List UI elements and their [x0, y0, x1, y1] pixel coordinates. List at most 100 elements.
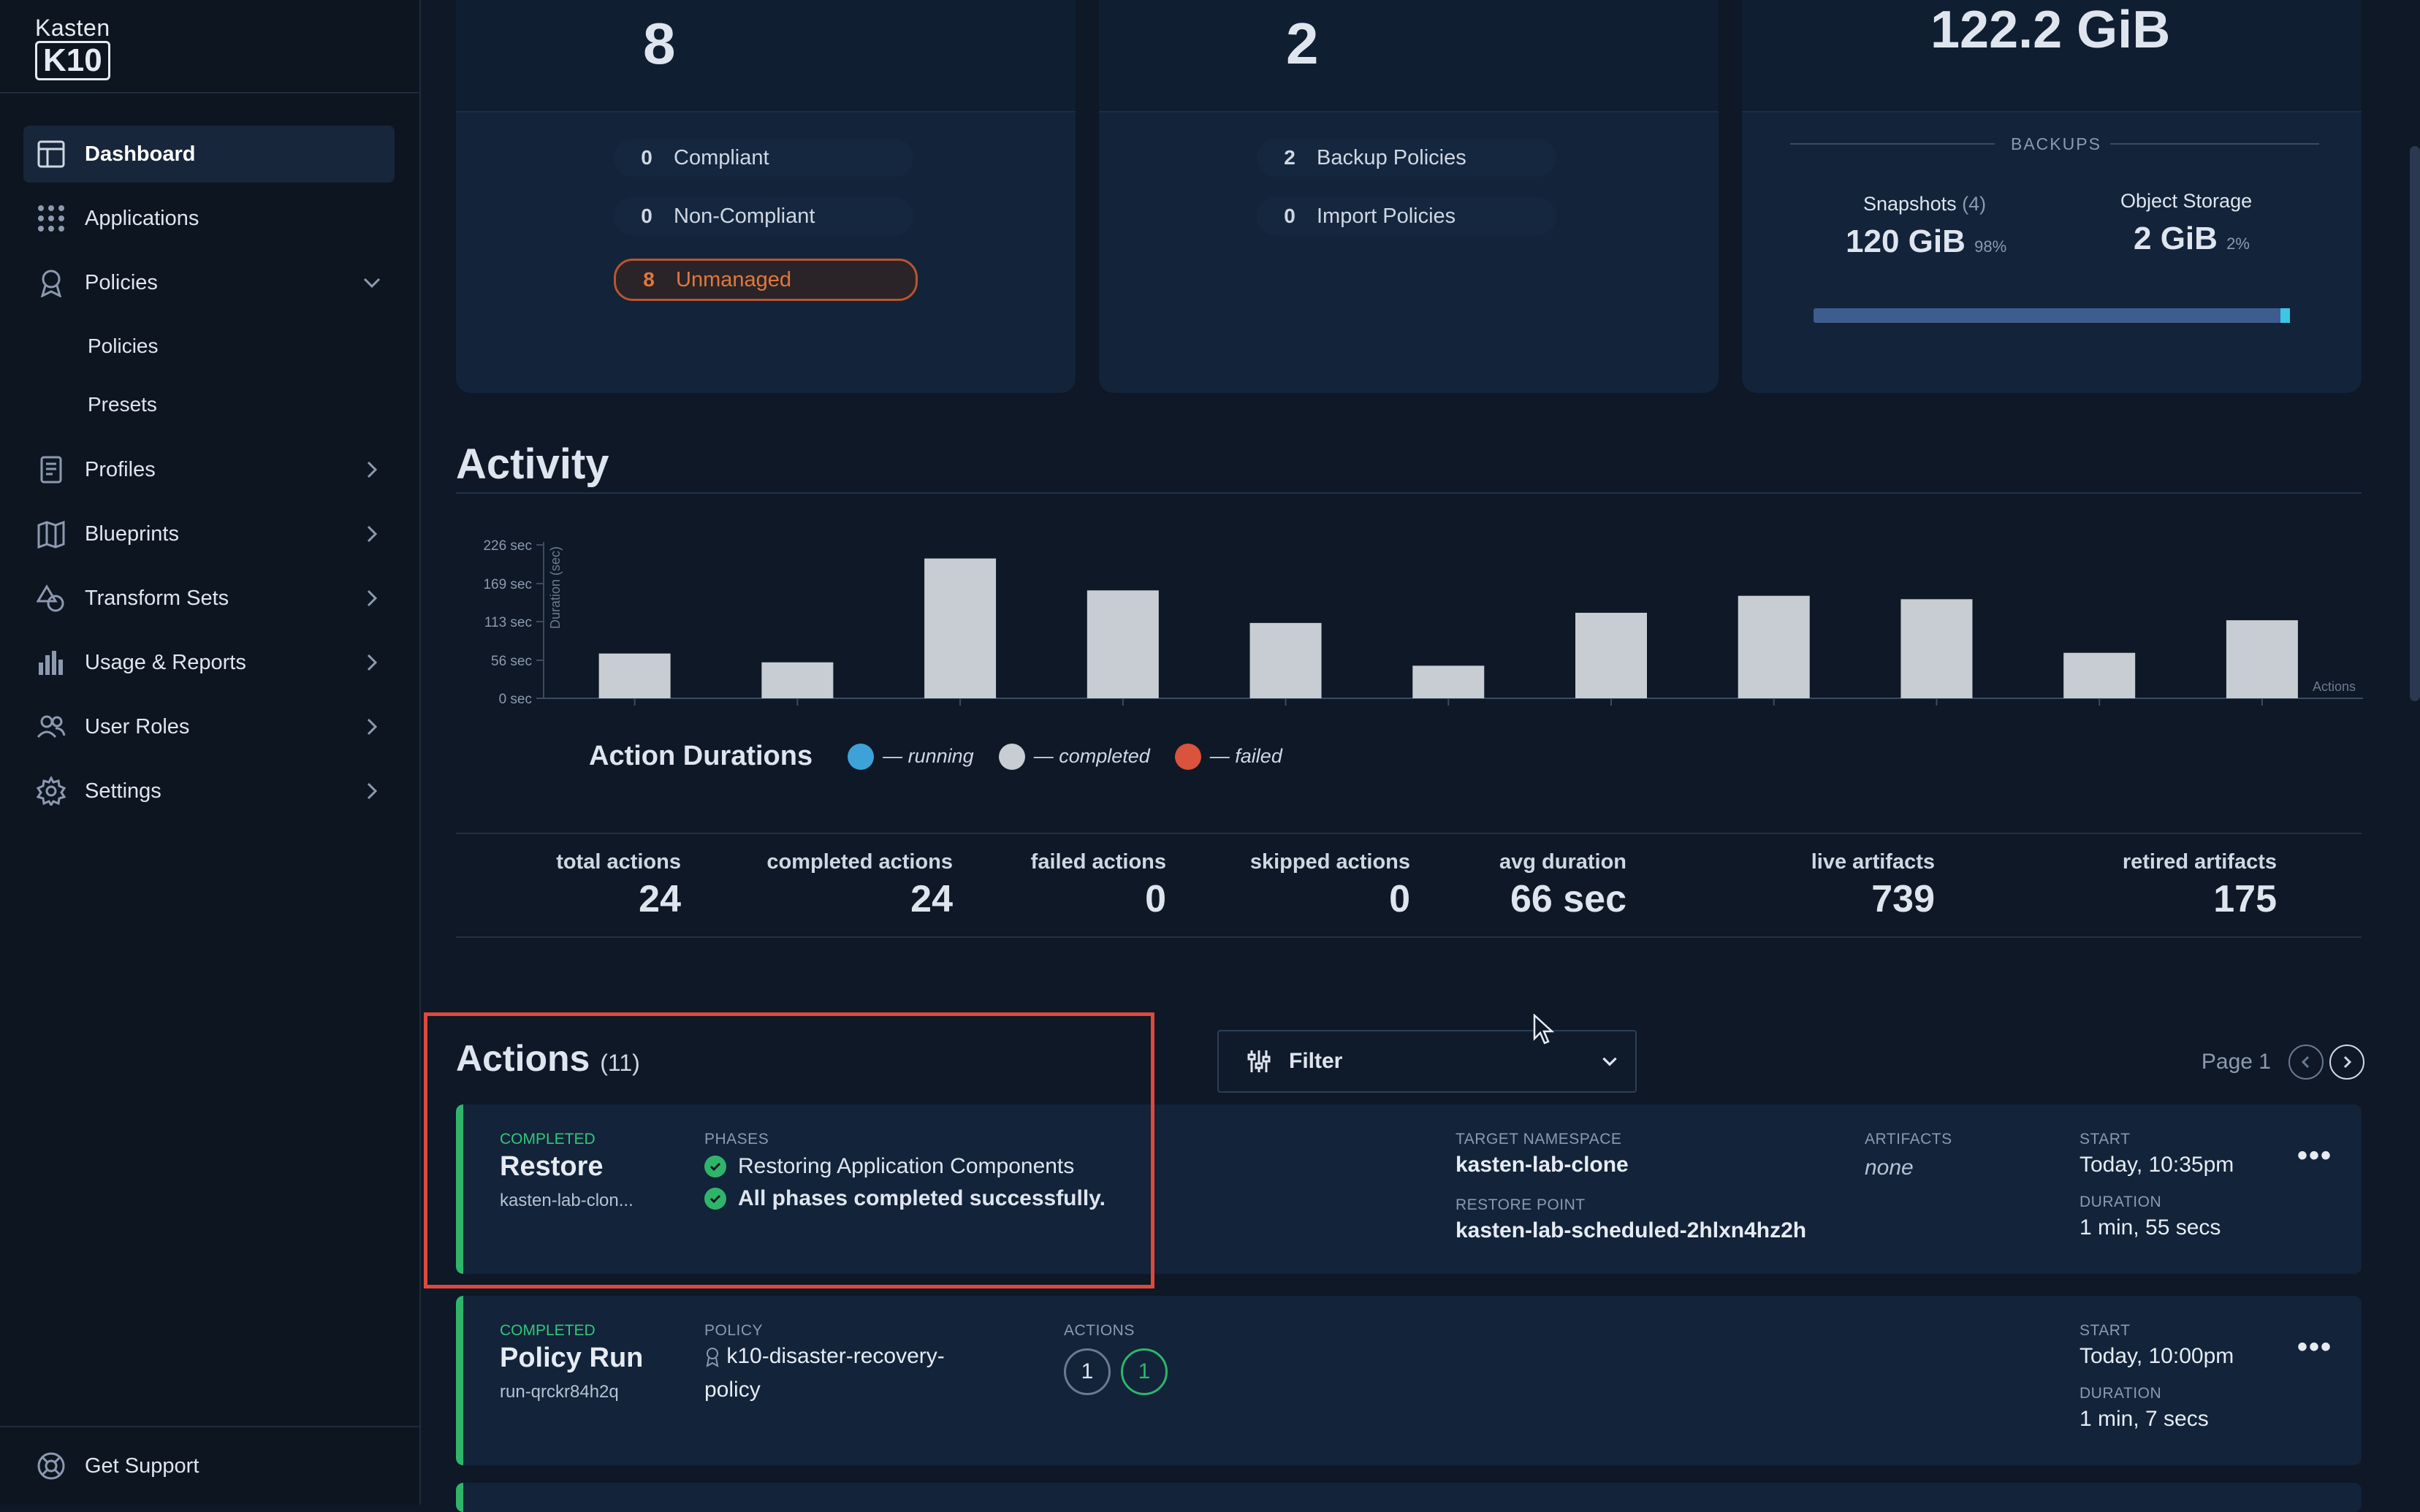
duration-value: 1 min, 55 secs: [2080, 1215, 2221, 1240]
chart-bar: [2226, 620, 2298, 698]
divider: [0, 92, 419, 93]
unmanaged-pill[interactable]: 8 Unmanaged: [614, 259, 918, 301]
noncompliant-pill[interactable]: 0 Non-Compliant: [614, 197, 913, 235]
sidebar-item-dashboard[interactable]: Dashboard: [23, 126, 395, 183]
chart-bar: [598, 653, 671, 698]
object-storage-value: 2 GiB 2%: [2134, 221, 2250, 257]
chart-legend: Action Durations — running — completed —…: [589, 741, 1307, 772]
map-icon: [35, 518, 67, 550]
kasten-logo[interactable]: Kasten K10: [35, 16, 110, 80]
stat-total-actions: total actions 24: [556, 850, 681, 921]
chevron-right-icon: [361, 716, 383, 738]
more-options-button[interactable]: •••: [2297, 1331, 2332, 1364]
stat-failed-actions: failed actions 0: [1031, 850, 1166, 921]
action-durations-chart: 226 sec 169 sec 113 sec 56 sec 0 sec Duration…: [456, 529, 2370, 719]
y-axis-label: Duration (sec): [548, 546, 563, 629]
chevron-right-icon: [2343, 1055, 2352, 1069]
chart-bar: [761, 662, 834, 698]
sidebar-item-user-roles[interactable]: User Roles: [23, 698, 395, 755]
stat-label: live artifacts: [1811, 850, 1935, 874]
pill-label: Unmanaged: [676, 267, 791, 291]
divider: [456, 492, 2362, 494]
data-usage-card[interactable]: 122.2 GiB BACKUPS Snapshots (4) 120 GiB …: [1742, 0, 2362, 393]
prev-page-button[interactable]: [2288, 1045, 2324, 1080]
legend-dot-completed: [998, 743, 1025, 770]
chart-bar: [1249, 622, 1322, 698]
lifebuoy-icon: [35, 1450, 67, 1482]
get-support-link[interactable]: Get Support: [23, 1437, 395, 1494]
y-tick-label: 0 sec: [499, 692, 532, 707]
chart-bar: [1575, 612, 1647, 698]
more-options-button[interactable]: •••: [2297, 1139, 2332, 1172]
chevron-right-icon: [361, 587, 383, 609]
actions-count-total[interactable]: 1: [1064, 1348, 1111, 1395]
legend-label-failed: — failed: [1209, 745, 1282, 767]
stat-label: failed actions: [1030, 850, 1166, 874]
action-row-partial[interactable]: [456, 1483, 2362, 1512]
duration-label: DURATION: [2080, 1194, 2162, 1210]
policies-card[interactable]: 2 2 Backup Policies 0 Import Policies: [1099, 0, 1719, 393]
filter-label: Filter: [1289, 1049, 1343, 1073]
sidebar-item-label: Transform Sets: [85, 586, 229, 610]
chevron-right-icon: [361, 652, 383, 673]
total-data-size: 122.2 GiB: [1930, 1, 2171, 59]
stat-skipped-actions: skipped actions 0: [1250, 850, 1410, 921]
sidebar-item-settings[interactable]: Settings: [23, 763, 395, 820]
y-tick-label: 113 sec: [484, 615, 532, 630]
applications-card[interactable]: 8 0 Compliant 0 Non-Compliant 8 Unmanage…: [456, 0, 1076, 393]
legend-dot-running: [848, 743, 875, 770]
sidebar-item-label: Profiles: [85, 457, 156, 481]
sidebar-item-label: Applications: [85, 206, 199, 230]
sidebar-item-profiles[interactable]: Profiles: [23, 441, 395, 498]
filter-dropdown[interactable]: Filter: [1217, 1030, 1637, 1093]
backup-policies-pill[interactable]: 2 Backup Policies: [1257, 139, 1556, 177]
divider: [1790, 143, 1995, 145]
stat-value: 175: [2213, 878, 2277, 920]
storage-usage-bar: [1814, 308, 2290, 323]
activity-title: Activity: [456, 440, 609, 488]
legend-title: Action Durations: [589, 741, 813, 771]
sidebar-item-label: Usage & Reports: [85, 650, 246, 674]
sidebar-item-label: Dashboard: [85, 142, 196, 166]
chart-bar: [1412, 665, 1485, 698]
stat-label: skipped actions: [1249, 850, 1410, 874]
sidebar: Kasten K10 Dashboard Applications Polici…: [0, 0, 421, 1505]
sidebar-subitem-policies[interactable]: Policies: [88, 335, 158, 358]
object-storage-label: Object Storage: [2120, 190, 2253, 212]
profile-doc-icon: [35, 454, 67, 486]
backups-label: BACKUPS: [2011, 134, 2101, 153]
chevron-down-icon: [361, 272, 383, 294]
sidebar-item-blueprints[interactable]: Blueprints: [23, 505, 395, 562]
pill-label: Import Policies: [1317, 204, 1456, 228]
sidebar-item-policies[interactable]: Policies: [23, 254, 395, 311]
stat-value: 739: [1871, 878, 1935, 920]
divider: [0, 1426, 419, 1427]
grid-icon: [35, 202, 67, 234]
actions-label: ACTIONS: [1064, 1322, 1135, 1339]
sidebar-item-applications[interactable]: Applications: [23, 190, 395, 247]
import-policies-pill[interactable]: 0 Import Policies: [1257, 197, 1556, 235]
pill-label: Compliant: [674, 145, 769, 169]
policy-link[interactable]: k10-disaster-recovery-: [704, 1344, 945, 1369]
action-title: Policy Run: [500, 1343, 644, 1373]
sidebar-subitem-presets[interactable]: Presets: [88, 393, 157, 416]
sidebar-item-label: Blueprints: [85, 522, 179, 546]
bar-chart-icon: [35, 646, 67, 679]
chevron-down-icon: [1599, 1050, 1621, 1076]
pill-count: 0: [1284, 205, 1295, 227]
chevron-right-icon: [361, 459, 383, 481]
get-support-label: Get Support: [85, 1454, 199, 1478]
action-row-policy-run[interactable]: COMPLETED Policy Run run-qrckr84h2q POLI…: [456, 1296, 2362, 1465]
actions-count-completed[interactable]: 1: [1121, 1348, 1168, 1395]
sidebar-item-usage-reports[interactable]: Usage & Reports: [23, 634, 395, 691]
stat-completed-actions: completed actions 24: [766, 850, 953, 921]
sidebar-item-transform-sets[interactable]: Transform Sets: [23, 570, 395, 627]
next-page-button[interactable]: [2329, 1045, 2364, 1080]
start-value: Today, 10:00pm: [2080, 1344, 2234, 1368]
users-icon: [35, 711, 67, 743]
page-scrollbar[interactable]: [2410, 146, 2420, 701]
compliant-pill[interactable]: 0 Compliant: [614, 139, 913, 177]
stat-value: 24: [639, 878, 681, 920]
highlight-box: [424, 1012, 1154, 1288]
shapes-icon: [35, 582, 67, 614]
